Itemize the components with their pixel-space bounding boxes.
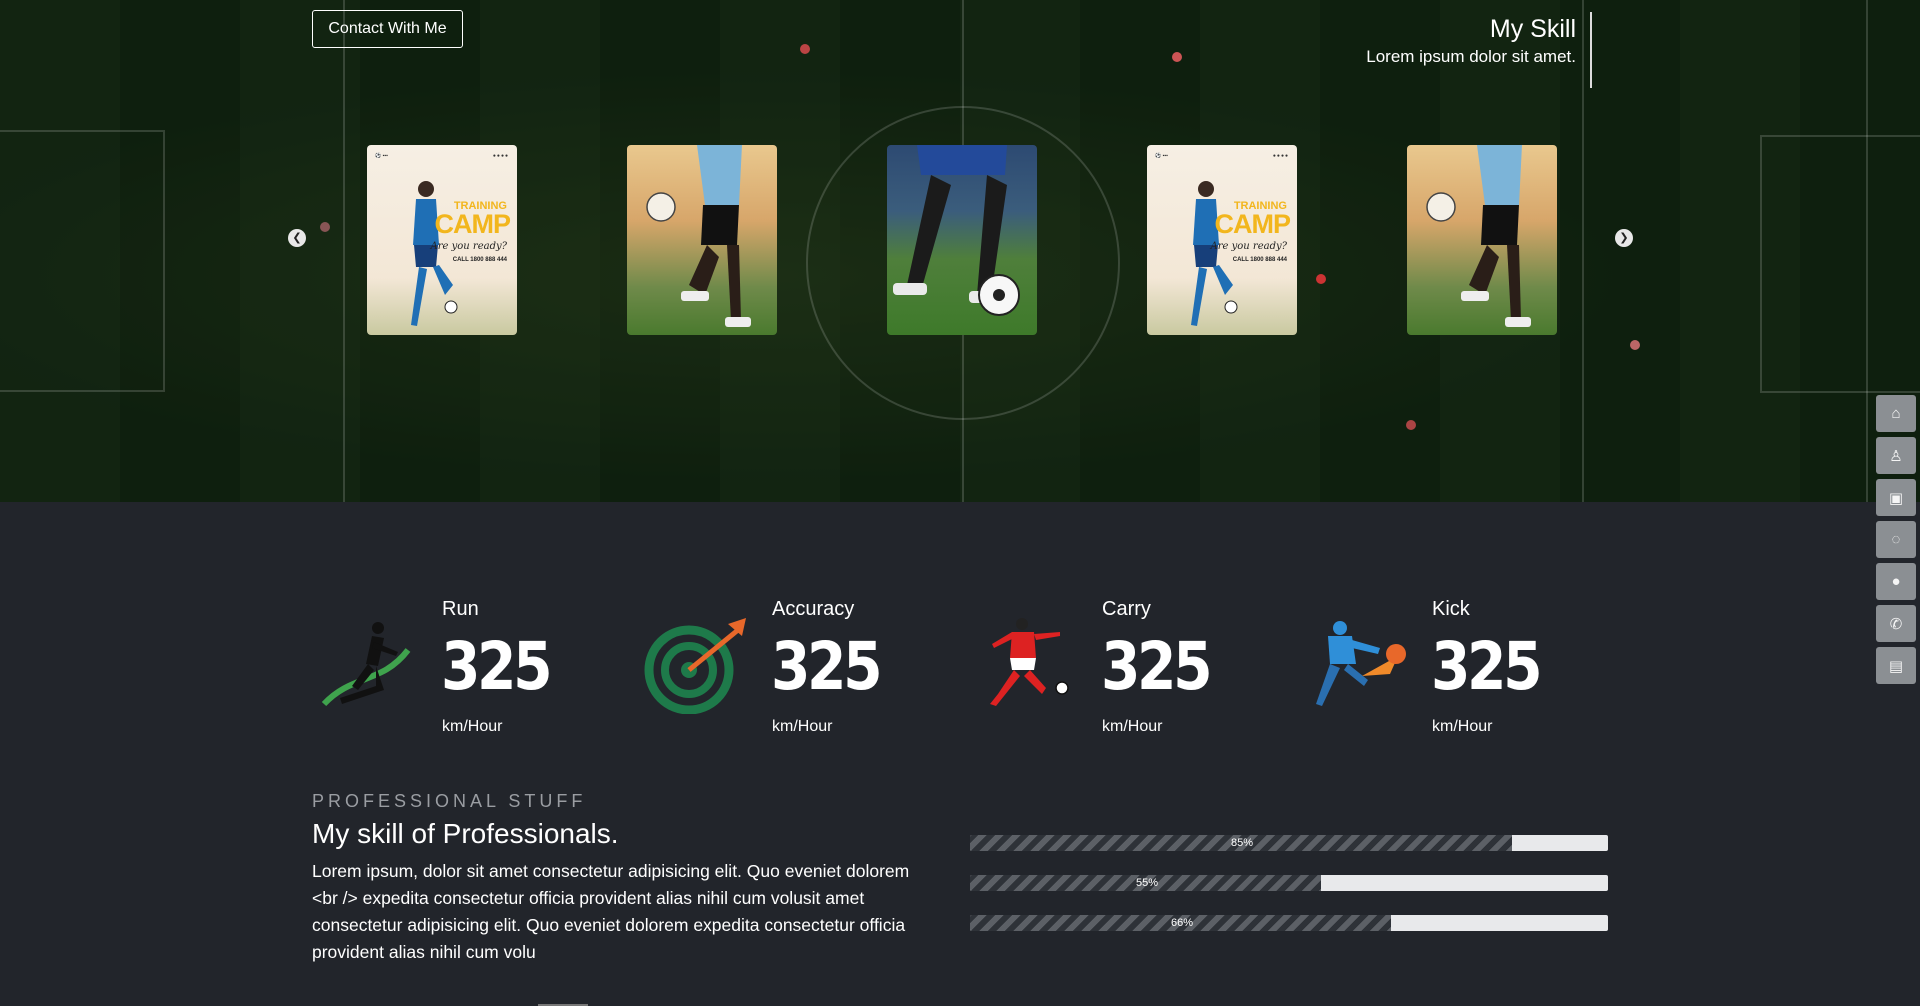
player-dot — [1172, 52, 1182, 62]
skill-heading-block: My Skill Lorem ipsum dolor sit amet. — [1366, 12, 1592, 88]
carousel-card[interactable]: ⚽ ▪▪▪ ●●●● TRAINING CAMP Are you ready? … — [367, 145, 517, 335]
home-icon: ⌂ — [1891, 405, 1901, 422]
skill-subtitle: Lorem ipsum dolor sit amet. — [1366, 47, 1576, 66]
poster-camp-text: CAMP — [434, 209, 511, 239]
carousel-card[interactable] — [1407, 145, 1557, 335]
player-dot — [1630, 340, 1640, 350]
chevron-right-icon: ❯ — [1619, 232, 1629, 244]
chat-icon: ● — [1891, 573, 1901, 590]
player-photo-image — [646, 145, 751, 327]
pitch-left-box — [0, 130, 165, 392]
stat-unit: km/Hour — [442, 718, 503, 735]
stat-unit: km/Hour — [1102, 718, 1163, 735]
runner-icon — [321, 622, 411, 707]
player-dot — [320, 222, 330, 232]
player-dot — [800, 44, 810, 54]
kick-icon — [1316, 621, 1406, 706]
carousel-next-button[interactable]: ❯ — [1615, 229, 1633, 247]
poster-player-image — [411, 181, 458, 326]
stat-kick: Kick 325 km/Hour — [1302, 598, 1552, 748]
poster-ready-text: Are you ready? — [430, 241, 507, 252]
stat-value: 325 — [1431, 628, 1543, 705]
side-nav-skills[interactable]: ◌ — [1876, 521, 1916, 558]
chevron-left-icon: ❮ — [292, 232, 302, 244]
target-icon — [644, 618, 746, 714]
stat-run: Run 325 km/Hour — [312, 598, 562, 748]
hero-section: Contact With Me My Skill Lorem ipsum dol… — [0, 0, 1920, 502]
poster-logo: ⚽ ▪▪▪ — [375, 153, 388, 159]
skill-progress-bar: 55% — [970, 875, 1608, 891]
poster-dots: ●●●● — [492, 153, 509, 159]
phone-icon: ✆ — [1889, 615, 1903, 633]
stat-label: Kick — [1432, 598, 1470, 620]
progress-label: 85% — [1231, 837, 1254, 849]
pitch-right-line — [1582, 0, 1584, 502]
player-dot — [1316, 274, 1326, 284]
side-nav-chat[interactable]: ● — [1876, 563, 1916, 600]
skill-progress-bar: 85% — [970, 835, 1608, 851]
poster-call-text: CALL 1800 888 444 — [1232, 257, 1287, 263]
stat-carry: Carry 325 km/Hour — [972, 598, 1222, 748]
clipboard-icon: ▤ — [1888, 657, 1904, 675]
stat-value: 325 — [441, 628, 553, 705]
user-icon: ♙ — [1889, 447, 1903, 465]
contact-button[interactable]: Contact With Me — [312, 10, 463, 48]
stat-label: Accuracy — [772, 598, 855, 620]
gallery-icon: ▣ — [1888, 489, 1904, 507]
pitch-right-box — [1760, 135, 1920, 393]
stat-unit: km/Hour — [1432, 718, 1493, 735]
skill-progress-bar: 66% — [970, 915, 1608, 931]
skill-title: My Skill — [1489, 15, 1576, 43]
side-nav-contact[interactable]: ✆ — [1876, 605, 1916, 642]
section-heading: My skill of Professionals. — [312, 818, 619, 849]
pitch-right-edge — [1866, 0, 1868, 502]
section-body: Lorem ipsum, dolor sit amet consectetur … — [312, 861, 910, 962]
player-dot — [1406, 420, 1416, 430]
pitch-left-line — [343, 0, 345, 502]
loading-icon: ◌ — [1891, 531, 1901, 548]
side-nav-notes[interactable]: ▤ — [1876, 647, 1916, 684]
stat-value: 325 — [771, 628, 883, 705]
carousel-card[interactable] — [627, 145, 777, 335]
carousel-prev-button[interactable]: ❮ — [288, 229, 306, 247]
progress-label: 66% — [1171, 917, 1194, 929]
stat-label: Run — [442, 598, 479, 620]
side-nav-home[interactable]: ⌂ — [1876, 395, 1916, 432]
stat-accuracy: Accuracy 325 km/Hour — [642, 598, 892, 748]
side-nav-about[interactable]: ♙ — [1876, 437, 1916, 474]
poster-dots: ●●●● — [1272, 153, 1289, 159]
stat-value: 325 — [1101, 628, 1213, 705]
progress-label: 55% — [1136, 877, 1159, 889]
side-nav: ⌂ ♙ ▣ ◌ ● ✆ ▤ — [1876, 395, 1916, 689]
poster-call-text: CALL 1800 888 444 — [452, 257, 507, 263]
poster-camp-text: CAMP — [1214, 209, 1291, 239]
poster-ready-text: Are you ready? — [1210, 241, 1287, 252]
poster-player-image — [1191, 181, 1238, 326]
side-nav-gallery[interactable]: ▣ — [1876, 479, 1916, 516]
player-photo-image — [893, 145, 1020, 316]
stat-unit: km/Hour — [772, 718, 833, 735]
carousel-card[interactable] — [887, 145, 1037, 335]
section-eyebrow: PROFESSIONAL STUFF — [312, 791, 587, 811]
poster-logo: ⚽ ▪▪▪ — [1155, 153, 1168, 159]
player-photo-image — [1426, 145, 1531, 327]
soccer-player-icon — [990, 618, 1069, 706]
stat-label: Carry — [1102, 598, 1151, 620]
carousel-card[interactable]: ⚽ ▪▪▪ ●●●● TRAINING CAMP Are you ready? … — [1147, 145, 1297, 335]
